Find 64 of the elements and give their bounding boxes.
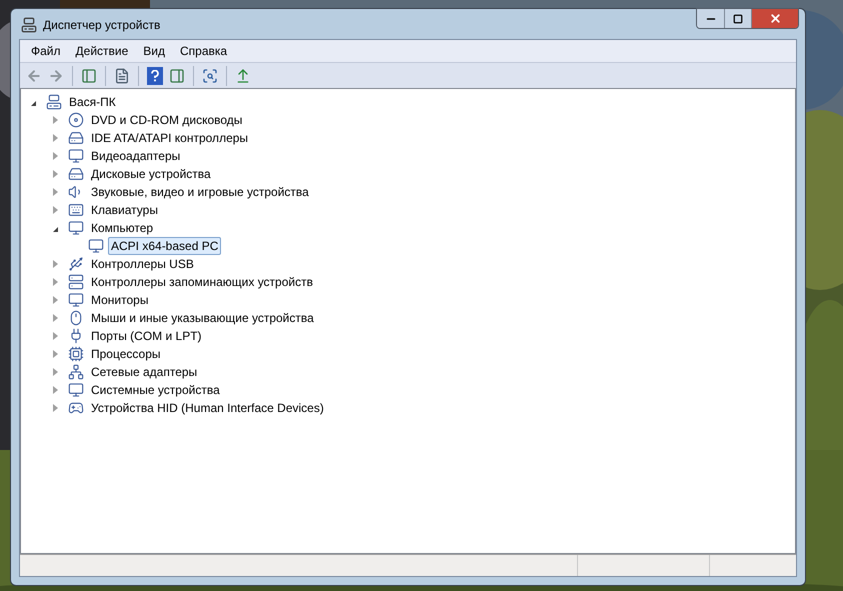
menu-item[interactable]: Справка	[173, 41, 234, 61]
minimize-button[interactable]	[697, 9, 725, 28]
chip-icon	[68, 346, 84, 362]
expand-arrow-icon[interactable]	[53, 314, 58, 322]
tree-item[interactable]: IDE ATA/ATAPI контроллеры	[88, 129, 252, 147]
tree-item[interactable]: Клавиатуры	[88, 201, 161, 219]
tree-item[interactable]: Дисковые устройства	[88, 165, 214, 183]
tree-item[interactable]: Мыши и иные указывающие устройства	[88, 309, 317, 327]
computer-icon	[21, 17, 37, 33]
expand-arrow-icon[interactable]	[53, 134, 58, 142]
expand-arrow-icon[interactable]	[53, 260, 58, 268]
help-button[interactable]	[147, 66, 163, 84]
expand-arrow-icon[interactable]	[53, 278, 58, 286]
close-icon	[768, 12, 782, 25]
monitor-icon	[68, 292, 84, 308]
tree-item[interactable]: Контроллеры USB	[88, 255, 197, 273]
tree-item[interactable]: Звуковые, видео и игровые устройства	[88, 183, 312, 201]
drive-icon	[68, 166, 84, 182]
tree-item[interactable]: Устройства HID (Human Interface Devices)	[88, 399, 327, 417]
tree-item[interactable]: Порты (COM и LPT)	[88, 327, 205, 345]
menu-item[interactable]: Файл	[24, 41, 68, 61]
tree-item[interactable]: Системные устройства	[88, 381, 223, 399]
expand-arrow-icon[interactable]	[53, 368, 58, 376]
tree-item[interactable]: Контроллеры запоминающих устройств	[88, 273, 316, 291]
tree-item[interactable]: DVD и CD-ROM дисководы	[88, 111, 246, 129]
tree-item[interactable]: ACPI x64-based PC	[108, 237, 222, 255]
tree-item[interactable]: Процессоры	[88, 345, 164, 363]
collapse-arrow-icon[interactable]	[53, 227, 58, 232]
tree-item[interactable]: Вася-ПК	[66, 93, 119, 111]
monitor-icon	[68, 148, 84, 164]
close-button[interactable]	[752, 9, 798, 28]
mouse-icon	[68, 310, 84, 326]
expand-arrow-icon[interactable]	[53, 116, 58, 124]
tree-item[interactable]: Мониторы	[88, 291, 152, 309]
expand-arrow-icon[interactable]	[53, 332, 58, 340]
menu-item[interactable]: Вид	[136, 41, 172, 61]
computer-icon	[46, 94, 62, 110]
expand-arrow-icon[interactable]	[53, 170, 58, 178]
expand-arrow-icon[interactable]	[53, 296, 58, 304]
collapse-arrow-icon[interactable]	[31, 101, 36, 106]
tree-item[interactable]: Видеоадаптеры	[88, 147, 184, 165]
storage-icon	[68, 274, 84, 290]
question-mark-icon	[151, 70, 159, 82]
menu-item[interactable]: Действие	[68, 41, 136, 61]
monitor-icon	[68, 220, 84, 236]
maximize-icon	[733, 14, 743, 24]
expand-arrow-icon[interactable]	[53, 206, 58, 214]
maximize-button[interactable]	[725, 9, 752, 28]
keyboard-icon	[68, 202, 84, 218]
usb-icon	[68, 256, 84, 272]
expand-arrow-icon[interactable]	[53, 386, 58, 394]
gamepad-icon	[68, 400, 84, 416]
expand-arrow-icon[interactable]	[53, 350, 58, 358]
disc-icon	[68, 112, 84, 128]
window-title: Диспетчер устройств	[43, 17, 160, 34]
expand-arrow-icon[interactable]	[53, 188, 58, 196]
network-icon	[68, 364, 84, 380]
expand-arrow-icon[interactable]	[53, 152, 58, 160]
tree-item[interactable]: Сетевые адаптеры	[88, 363, 200, 381]
monitor-icon	[68, 382, 84, 398]
expand-arrow-icon[interactable]	[53, 404, 58, 412]
drive-icon	[68, 130, 84, 146]
monitor-icon	[88, 238, 104, 254]
tree-item[interactable]: Компьютер	[88, 219, 156, 237]
